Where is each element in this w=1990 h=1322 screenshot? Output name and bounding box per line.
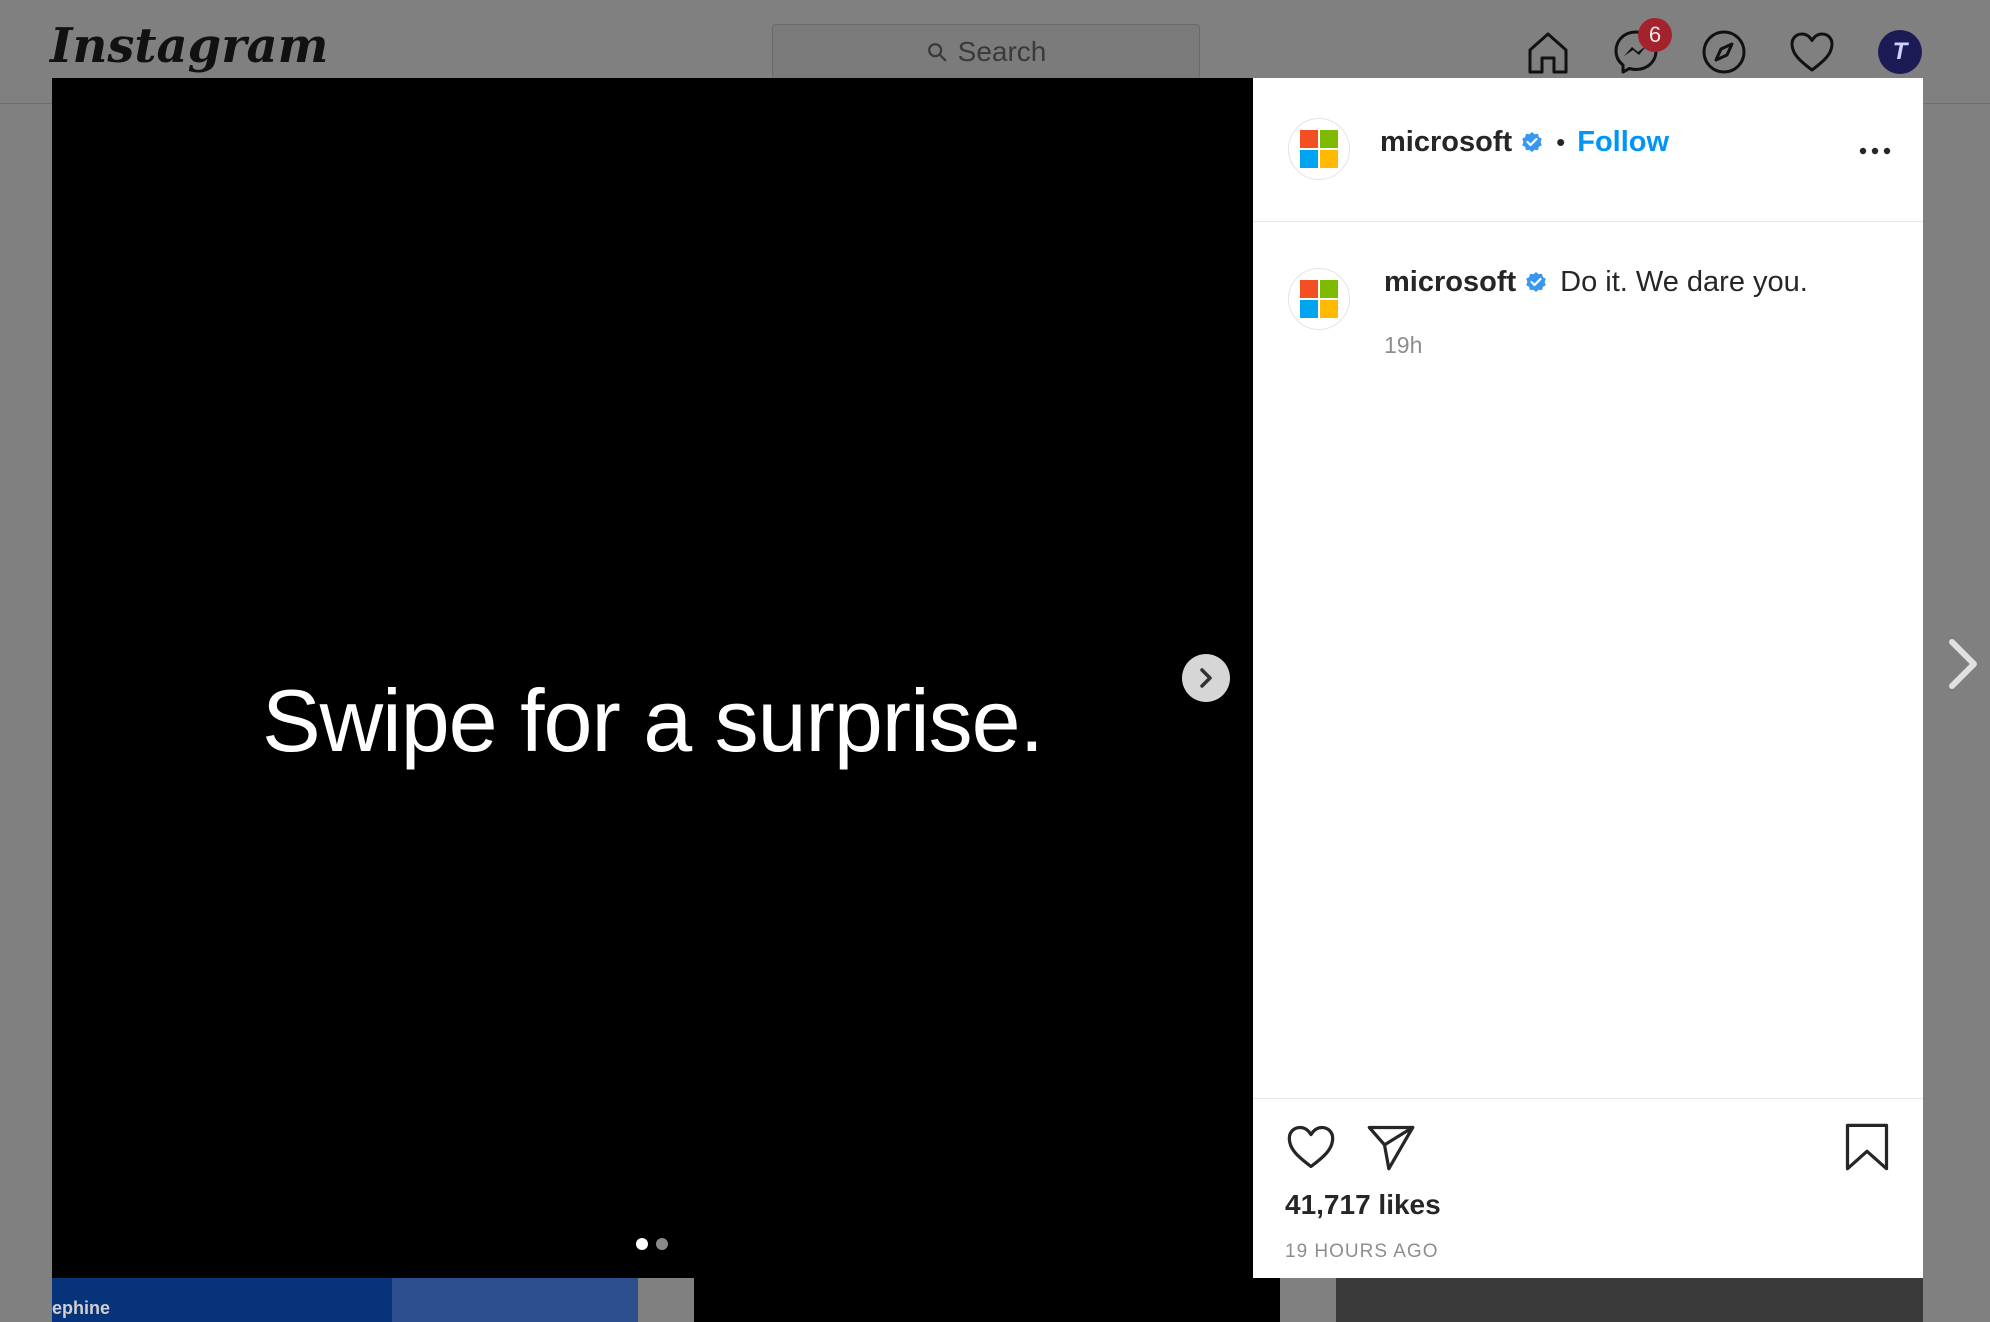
messages-badge: 6 [1638, 18, 1672, 52]
post-header: microsoft • Follow [1253, 78, 1923, 222]
feed-tile-blue-2[interactable] [392, 1278, 638, 1322]
next-post-chevron-icon[interactable] [1942, 636, 1982, 692]
feed-tile-caption: ephine [52, 1298, 111, 1318]
caption-author-avatar[interactable] [1288, 268, 1350, 330]
save-bookmark-icon[interactable] [1841, 1121, 1893, 1173]
like-heart-icon[interactable] [1285, 1121, 1337, 1173]
post-actions-footer: 41,717 likes 19 HOURS AGO [1253, 1098, 1923, 1278]
explore-icon[interactable] [1700, 28, 1748, 76]
activity-heart-icon[interactable] [1788, 28, 1836, 76]
post-timestamp: 19 HOURS AGO [1285, 1241, 1439, 1262]
post-details-panel: microsoft • Follow microsoft Do it. We d… [1253, 78, 1923, 1278]
likes-count[interactable]: 41,717 likes [1285, 1189, 1441, 1221]
carousel-dots [636, 1238, 668, 1250]
follow-button[interactable]: Follow [1577, 126, 1669, 159]
caption-text: Do it. We dare you. [1560, 266, 1808, 298]
author-username[interactable]: microsoft [1380, 126, 1512, 159]
home-icon[interactable] [1524, 28, 1572, 76]
profile-avatar[interactable]: T [1878, 30, 1922, 74]
next-slide-button[interactable] [1182, 654, 1230, 702]
caption-username[interactable]: microsoft [1384, 266, 1516, 299]
search-icon [927, 43, 947, 62]
chevron-right-icon [1200, 668, 1212, 688]
header-separator: • [1556, 127, 1566, 157]
more-options-icon[interactable] [1858, 144, 1892, 158]
carousel-dot-1 [636, 1238, 648, 1250]
author-avatar[interactable] [1288, 118, 1350, 180]
share-paper-plane-icon[interactable] [1365, 1121, 1417, 1173]
post-media[interactable]: Swipe for a surprise. [52, 78, 1253, 1278]
feed-tile-dark[interactable] [694, 1278, 1280, 1322]
caption-timestamp[interactable]: 19h [1384, 332, 1422, 359]
search-placeholder: Search [957, 36, 1047, 67]
microsoft-logo-icon [1300, 280, 1338, 318]
slide-text: Swipe for a surprise. [261, 671, 1044, 770]
post-caption: microsoft Do it. We dare you. [1384, 266, 1808, 299]
verified-badge-icon [1522, 131, 1542, 152]
instagram-logo[interactable]: Instagram [50, 18, 328, 74]
microsoft-logo-icon [1300, 130, 1338, 168]
feed-tile-building[interactable] [1336, 1278, 1923, 1322]
search-input[interactable]: Search [772, 24, 1200, 80]
carousel-dot-2 [656, 1238, 668, 1250]
verified-badge-icon [1526, 271, 1546, 292]
